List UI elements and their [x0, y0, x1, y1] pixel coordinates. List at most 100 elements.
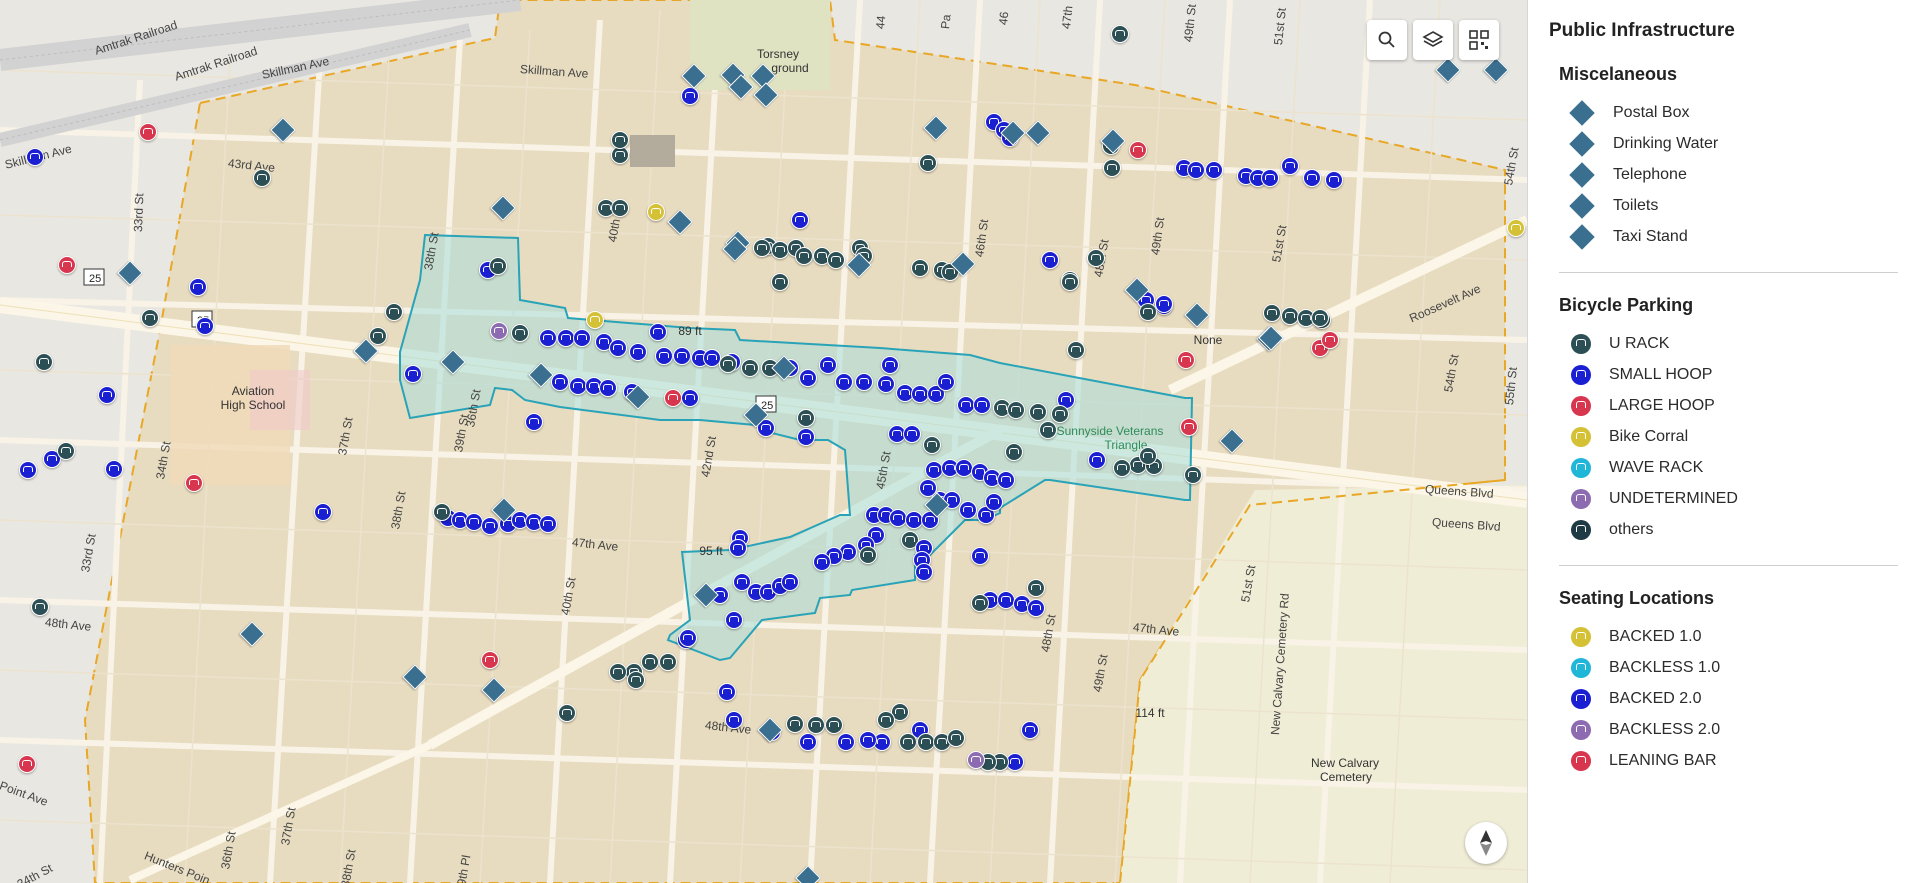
bike-rack-icon[interactable]: [673, 347, 691, 365]
bike-rack-icon[interactable]: [627, 671, 645, 689]
bike-rack-icon[interactable]: [1051, 405, 1069, 423]
bike-rack-icon[interactable]: [573, 329, 591, 347]
bike-rack-icon[interactable]: [539, 515, 557, 533]
bike-rack-icon[interactable]: [139, 123, 157, 141]
bike-rack-icon[interactable]: [539, 329, 557, 347]
bike-rack-icon[interactable]: [781, 573, 799, 591]
bike-rack-icon[interactable]: [719, 355, 737, 373]
bike-rack-icon[interactable]: [1041, 251, 1059, 269]
bike-rack-icon[interactable]: [911, 259, 929, 277]
bike-rack-icon[interactable]: [1205, 161, 1223, 179]
map-view[interactable]: 25 25 25 Amtrak RailroadAmtrak RailroadS…: [0, 0, 1527, 883]
bike-rack-icon[interactable]: [58, 256, 76, 274]
compass-button[interactable]: [1465, 822, 1507, 864]
bike-rack-icon[interactable]: [26, 148, 44, 166]
bike-rack-icon[interactable]: [1187, 161, 1205, 179]
bike-rack-icon[interactable]: [967, 751, 985, 769]
bike-rack-icon[interactable]: [586, 311, 604, 329]
bike-rack-icon[interactable]: [57, 442, 75, 460]
bike-rack-icon[interactable]: [141, 309, 159, 327]
bike-rack-icon[interactable]: [629, 343, 647, 361]
bike-rack-icon[interactable]: [385, 303, 403, 321]
bike-rack-icon[interactable]: [959, 501, 977, 519]
bike-rack-icon[interactable]: [185, 474, 203, 492]
bike-rack-icon[interactable]: [1021, 721, 1039, 739]
bike-rack-icon[interactable]: [1007, 401, 1025, 419]
bike-rack-icon[interactable]: [611, 199, 629, 217]
bike-rack-icon[interactable]: [253, 169, 271, 187]
bike-rack-icon[interactable]: [899, 733, 917, 751]
bike-rack-icon[interactable]: [937, 373, 955, 391]
bike-rack-icon[interactable]: [659, 653, 677, 671]
bike-rack-icon[interactable]: [465, 513, 483, 531]
bike-rack-icon[interactable]: [558, 704, 576, 722]
bike-rack-icon[interactable]: [877, 375, 895, 393]
bike-rack-icon[interactable]: [1263, 304, 1281, 322]
bike-rack-icon[interactable]: [609, 663, 627, 681]
bike-rack-icon[interactable]: [997, 471, 1015, 489]
bike-rack-icon[interactable]: [1067, 341, 1085, 359]
bike-rack-icon[interactable]: [795, 247, 813, 265]
bike-rack-icon[interactable]: [725, 611, 743, 629]
bike-rack-icon[interactable]: [1027, 579, 1045, 597]
bike-rack-icon[interactable]: [1027, 599, 1045, 617]
bike-rack-icon[interactable]: [786, 715, 804, 733]
bike-rack-icon[interactable]: [19, 461, 37, 479]
bike-rack-icon[interactable]: [971, 594, 989, 612]
bike-rack-icon[interactable]: [915, 563, 933, 581]
bike-rack-icon[interactable]: [611, 131, 629, 149]
bike-rack-icon[interactable]: [855, 373, 873, 391]
bike-rack-icon[interactable]: [797, 428, 815, 446]
bike-rack-icon[interactable]: [741, 359, 759, 377]
bike-rack-icon[interactable]: [481, 517, 499, 535]
bike-rack-icon[interactable]: [1184, 466, 1202, 484]
bike-rack-icon[interactable]: [433, 503, 451, 521]
bike-rack-icon[interactable]: [771, 273, 789, 291]
bike-rack-icon[interactable]: [1325, 171, 1343, 189]
bike-rack-icon[interactable]: [971, 547, 989, 565]
bike-rack-icon[interactable]: [1177, 351, 1195, 369]
bike-rack-icon[interactable]: [189, 278, 207, 296]
bike-rack-icon[interactable]: [681, 87, 699, 105]
bike-rack-icon[interactable]: [825, 716, 843, 734]
bike-rack-icon[interactable]: [1113, 459, 1131, 477]
bike-rack-icon[interactable]: [807, 716, 825, 734]
bike-rack-icon[interactable]: [1005, 443, 1023, 461]
bike-rack-icon[interactable]: [797, 409, 815, 427]
bike-rack-icon[interactable]: [923, 436, 941, 454]
bike-rack-icon[interactable]: [1103, 159, 1121, 177]
bike-rack-icon[interactable]: [1155, 295, 1173, 313]
bike-rack-icon[interactable]: [903, 425, 921, 443]
bike-rack-icon[interactable]: [1088, 451, 1106, 469]
bike-rack-icon[interactable]: [1303, 169, 1321, 187]
bike-rack-icon[interactable]: [827, 251, 845, 269]
qr-code-button[interactable]: [1459, 20, 1499, 60]
bike-rack-icon[interactable]: [1061, 273, 1079, 291]
bike-rack-icon[interactable]: [551, 373, 569, 391]
bike-rack-icon[interactable]: [799, 733, 817, 751]
bike-rack-icon[interactable]: [835, 373, 853, 391]
bike-rack-icon[interactable]: [489, 257, 507, 275]
bike-rack-icon[interactable]: [1180, 418, 1198, 436]
search-button[interactable]: [1367, 20, 1407, 60]
bike-rack-icon[interactable]: [837, 733, 855, 751]
bike-rack-icon[interactable]: [813, 553, 831, 571]
bike-rack-icon[interactable]: [729, 539, 747, 557]
bike-rack-icon[interactable]: [718, 683, 736, 701]
bike-rack-icon[interactable]: [314, 503, 332, 521]
bike-rack-icon[interactable]: [997, 591, 1015, 609]
bike-rack-icon[interactable]: [196, 317, 214, 335]
bike-rack-icon[interactable]: [599, 379, 617, 397]
bike-rack-icon[interactable]: [973, 396, 991, 414]
bike-rack-icon[interactable]: [1029, 403, 1047, 421]
bike-rack-icon[interactable]: [1129, 141, 1147, 159]
bike-rack-icon[interactable]: [753, 239, 771, 257]
bike-rack-icon[interactable]: [1507, 219, 1525, 237]
bike-rack-icon[interactable]: [819, 356, 837, 374]
bike-rack-icon[interactable]: [647, 203, 665, 221]
bike-rack-icon[interactable]: [490, 322, 508, 340]
bike-rack-icon[interactable]: [404, 365, 422, 383]
bike-rack-icon[interactable]: [799, 369, 817, 387]
bike-rack-icon[interactable]: [1311, 309, 1329, 327]
bike-rack-icon[interactable]: [1111, 25, 1129, 43]
